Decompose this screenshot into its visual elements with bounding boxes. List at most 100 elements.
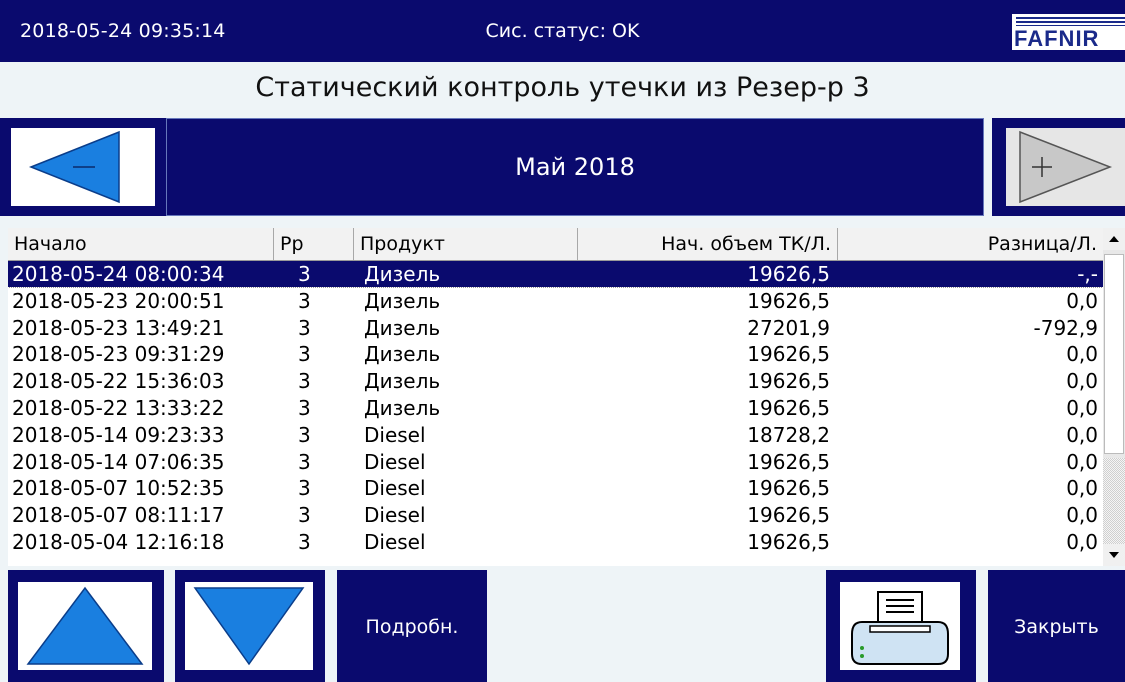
system-status: Сис. статус: OK (485, 20, 640, 42)
cell-difference: 0,0 (1066, 422, 1098, 447)
table-row[interactable]: 2018-05-07 08:11:17 3 Diesel 19626,5 0,0 (8, 502, 1103, 528)
cell-start: 2018-05-22 15:36:03 (12, 369, 225, 394)
printer-icon (851, 591, 949, 665)
cell-tank: 3 (298, 503, 311, 528)
cell-start-volume: 19626,5 (747, 396, 830, 420)
cell-start-volume: 19626,5 (747, 369, 830, 394)
scroll-up-button[interactable] (1103, 228, 1125, 250)
table-row[interactable]: 2018-05-22 15:36:03 3 Дизель 19626,5 0,0 (8, 368, 1103, 394)
cell-product: Дизель (364, 369, 441, 394)
cell-product: Diesel (364, 449, 426, 474)
logo-text: FAFNIR (1014, 26, 1100, 50)
column-header-start[interactable]: Начало (8, 228, 274, 260)
cell-tank: 3 (298, 342, 311, 367)
cell-start: 2018-05-23 13:49:21 (12, 315, 225, 340)
cell-difference: 0,0 (1066, 449, 1098, 474)
arrow-left-minus-icon (28, 130, 120, 204)
close-button-label: Закрыть (1014, 616, 1099, 638)
cell-product: Дизель (364, 262, 441, 286)
cell-product: Diesel (364, 476, 426, 501)
cell-product: Дизель (364, 342, 441, 367)
fafnir-logo: FAFNIR (1012, 14, 1125, 50)
print-button[interactable] (826, 570, 976, 682)
cell-start: 2018-05-23 20:00:51 (12, 288, 225, 313)
cell-start-volume: 19626,5 (747, 476, 830, 501)
leak-test-table[interactable]: Начало Рр Продукт Нач. объем ТК/Л. Разни… (8, 228, 1125, 566)
cell-start-volume: 27201,9 (747, 315, 830, 340)
cell-tank: 3 (298, 422, 311, 447)
next-month-button-face[interactable] (1006, 128, 1125, 206)
cell-start-volume: 18728,2 (747, 422, 830, 447)
cell-tank: 3 (298, 369, 311, 394)
cell-start: 2018-05-04 12:16:18 (12, 530, 225, 554)
column-header-difference[interactable]: Разница/Л. (838, 228, 1103, 260)
table-row[interactable]: 2018-05-23 09:31:29 3 Дизель 19626,5 0,0 (8, 341, 1103, 367)
table-header: Начало Рр Продукт Нач. объем ТК/Л. Разни… (8, 228, 1103, 261)
table-row[interactable]: 2018-05-14 07:06:35 3 Diesel 19626,5 0,0 (8, 449, 1103, 475)
cell-tank: 3 (298, 396, 311, 420)
prev-month-button-face[interactable] (11, 128, 155, 206)
cell-difference: -,- (1077, 262, 1098, 286)
cell-tank: 3 (298, 530, 311, 554)
print-button-face[interactable] (840, 582, 960, 670)
scroll-track[interactable] (1103, 458, 1125, 544)
cell-start: 2018-05-23 09:31:29 (12, 342, 225, 367)
cell-tank: 3 (298, 315, 311, 340)
cell-difference: 0,0 (1066, 369, 1098, 394)
cell-start-volume: 19626,5 (747, 449, 830, 474)
table-row[interactable]: 2018-05-04 12:16:18 3 Diesel 19626,5 0,0 (8, 529, 1103, 555)
cell-start-volume: 19626,5 (747, 288, 830, 313)
cell-start: 2018-05-14 09:23:33 (12, 422, 225, 447)
cell-tank: 3 (298, 476, 311, 501)
table-scrollbar[interactable] (1103, 228, 1125, 566)
cell-product: Дизель (364, 315, 441, 340)
cell-start: 2018-05-07 08:11:17 (12, 503, 225, 528)
column-header-start-volume[interactable]: Нач. объем ТК/Л. (578, 228, 838, 260)
cell-difference: 0,0 (1066, 396, 1098, 420)
cell-product: Diesel (364, 422, 426, 447)
details-button-label: Подробн. (365, 616, 459, 638)
cell-start-volume: 19626,5 (747, 262, 830, 286)
table-row[interactable]: 2018-05-23 13:49:21 3 Дизель 27201,9 -792,9 (8, 315, 1103, 341)
cell-difference: 0,0 (1066, 476, 1098, 501)
cell-product: Дизель (364, 288, 441, 313)
page-title: Статический контроль утечки из Резер-р 3 (255, 72, 870, 103)
cell-start-volume: 19626,5 (747, 530, 830, 554)
cell-start-volume: 19626,5 (747, 342, 830, 367)
page-down-button-face[interactable] (185, 582, 313, 670)
current-month: Май 2018 (166, 118, 984, 216)
page-up-button-face[interactable] (18, 582, 152, 670)
page-up-button[interactable] (8, 570, 164, 682)
scroll-up-arrow-icon (1109, 236, 1119, 242)
cell-start: 2018-05-22 13:33:22 (12, 396, 225, 420)
cell-tank: 3 (298, 262, 311, 286)
table-row[interactable]: 2018-05-07 10:52:35 3 Diesel 19626,5 0,0 (8, 475, 1103, 501)
close-button[interactable]: Закрыть (988, 570, 1125, 682)
cell-product: Diesel (364, 503, 426, 528)
scroll-down-button[interactable] (1103, 544, 1125, 566)
scroll-down-arrow-icon (1109, 552, 1119, 558)
cell-difference: 0,0 (1066, 530, 1098, 554)
table-row[interactable]: 2018-05-14 09:23:33 3 Diesel 18728,2 0,0 (8, 422, 1103, 448)
scroll-thumb[interactable] (1104, 254, 1124, 454)
next-month-button[interactable] (992, 118, 1125, 216)
cell-start-volume: 19626,5 (747, 503, 830, 528)
cell-difference: 0,0 (1066, 342, 1098, 367)
arrow-right-plus-icon (1019, 130, 1113, 204)
page-down-button[interactable] (175, 570, 325, 682)
cell-product: Дизель (364, 396, 441, 420)
column-header-tank[interactable]: Рр (274, 228, 354, 260)
cell-start: 2018-05-24 08:00:34 (12, 262, 225, 286)
table-row[interactable]: 2018-05-22 13:33:22 3 Дизель 19626,5 0,0 (8, 395, 1103, 421)
cell-difference: -792,9 (1033, 315, 1098, 340)
details-button[interactable]: Подробн. (337, 570, 487, 682)
prev-month-button[interactable] (0, 118, 166, 216)
table-row[interactable]: 2018-05-23 20:00:51 3 Дизель 19626,5 0,0 (8, 288, 1103, 314)
table-row[interactable]: 2018-05-24 08:00:34 3 Дизель 19626,5 -,- (8, 260, 1104, 288)
cell-product: Diesel (364, 530, 426, 554)
top-status-bar: 2018-05-24 09:35:14 Сис. статус: OK FAFN… (0, 0, 1125, 62)
triangle-down-icon (193, 587, 305, 666)
cell-start: 2018-05-07 10:52:35 (12, 476, 225, 501)
cell-start: 2018-05-14 07:06:35 (12, 449, 225, 474)
column-header-product[interactable]: Продукт (354, 228, 578, 260)
